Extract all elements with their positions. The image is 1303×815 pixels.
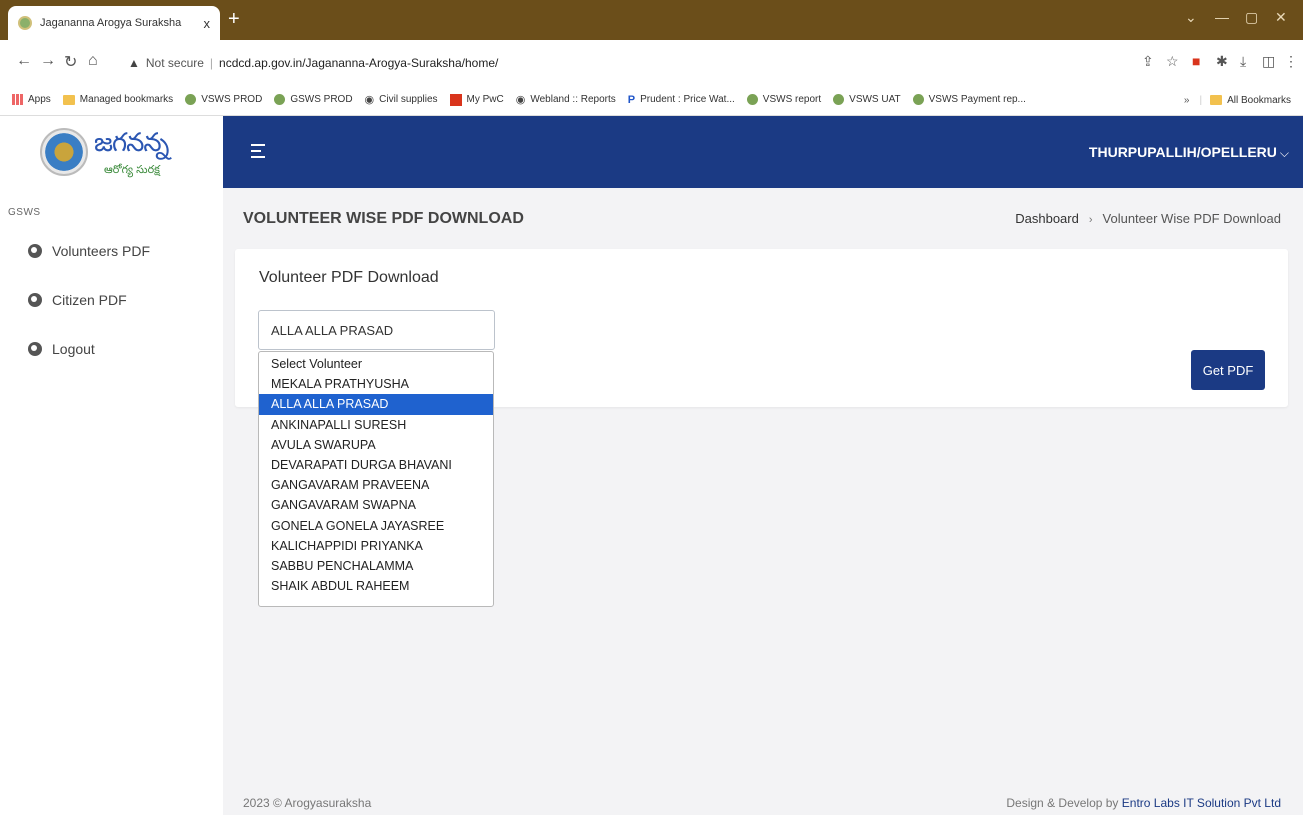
- sidebar-section-label: GSWS: [8, 207, 41, 218]
- state-seal-icon: [40, 128, 88, 176]
- bookmark-gsws-prod[interactable]: GSWS PROD: [274, 94, 353, 105]
- volunteer-dropdown-list: Select Volunteer MEKALA PRATHYUSHA ALLA AL…: [258, 351, 494, 607]
- folder-icon: [62, 94, 75, 105]
- tab-search-icon[interactable]: ⌄: [1185, 9, 1197, 26]
- reload-icon[interactable]: ↻: [64, 52, 77, 72]
- app-header: THURPUPALLIH/OPELLERU ⌵: [223, 116, 1303, 188]
- breadcrumb: Dashboard › Volunteer Wise PDF Download: [1015, 211, 1281, 226]
- bookmark-vsws-uat[interactable]: VSWS UAT: [833, 94, 901, 105]
- footer-copyright: 2023 © Arogyasuraksha: [243, 796, 372, 810]
- forward-icon[interactable]: →: [40, 52, 56, 70]
- bookmark-vsws-prod[interactable]: VSWS PROD: [185, 94, 262, 105]
- get-pdf-button[interactable]: Get PDF: [1191, 350, 1265, 390]
- all-bookmarks[interactable]: All Bookmarks: [1210, 95, 1291, 106]
- site-favicon-icon: [18, 16, 32, 30]
- sidepanel-icon[interactable]: ◫: [1262, 53, 1275, 70]
- user-name: THURPUPALLIH/OPELLERU: [1088, 144, 1277, 160]
- dropdown-option[interactable]: ALLA ALLA PRASAD: [259, 394, 493, 415]
- address-bar[interactable]: ▲ Not secure | ncdcd.ap.gov.in/Jagananna…: [128, 52, 498, 74]
- bookmark-my-pwc[interactable]: My PwC: [449, 93, 504, 106]
- menu-kebab-icon[interactable]: ⋮: [1284, 53, 1298, 70]
- apps-grid-icon: [12, 94, 23, 105]
- sidebar-item-label: Volunteers PDF: [52, 243, 151, 259]
- dropdown-option[interactable]: GANGAVARAM SWAPNA: [259, 495, 493, 515]
- back-icon[interactable]: ←: [16, 52, 32, 70]
- warning-icon: ▲: [128, 56, 140, 70]
- bookmarks-bar: Apps Managed bookmarks VSWS PROD GSWS PR…: [0, 84, 1303, 116]
- bookmark-apps[interactable]: Apps: [12, 94, 51, 105]
- dropdown-option[interactable]: DEVARAPATI DURGA BHAVANI: [259, 455, 493, 475]
- minimize-icon[interactable]: —: [1215, 9, 1229, 25]
- globe-icon: [28, 342, 42, 356]
- sidebar-item-label: Logout: [52, 341, 95, 357]
- more-bookmarks-icon[interactable]: »: [1184, 95, 1190, 106]
- footer-credit: Design & Develop by Entro Labs IT Soluti…: [1006, 796, 1281, 810]
- breadcrumb-current: Volunteer Wise PDF Download: [1102, 211, 1281, 226]
- site-icon: [274, 94, 286, 105]
- dropdown-option[interactable]: AVULA SWARUPA: [259, 435, 493, 455]
- browser-tab-bar: Jagananna Arogya Suraksha x + ⌄ — ▢ ✕: [0, 0, 1303, 40]
- site-icon: [746, 94, 758, 105]
- bookmark-managed[interactable]: Managed bookmarks: [62, 94, 173, 105]
- dropdown-option[interactable]: KALICHAPPIDI PRIYANKA: [259, 536, 493, 556]
- url-text[interactable]: ncdcd.ap.gov.in/Jagananna-Arogya-Suraksh…: [219, 56, 498, 70]
- dropdown-option[interactable]: GONELA GONELA JAYASREE: [259, 516, 493, 536]
- app-logo[interactable]: జగనన్న ఆరోగ్య సురక్ష: [40, 124, 190, 182]
- star-icon[interactable]: ☆: [1166, 53, 1179, 70]
- home-icon[interactable]: ⌂: [88, 52, 98, 70]
- logo-text: జగనన్న: [94, 128, 169, 158]
- site-icon: [833, 94, 845, 105]
- user-menu[interactable]: THURPUPALLIH/OPELLERU ⌵: [1089, 144, 1289, 161]
- restore-icon[interactable]: ▢: [1245, 9, 1258, 26]
- extension-icon[interactable]: ■: [1192, 53, 1200, 69]
- dropdown-option[interactable]: SABBU PENCHALAMMA: [259, 556, 493, 576]
- new-tab-button[interactable]: +: [228, 8, 240, 31]
- sidebar-item-citizen-pdf[interactable]: Citizen PDF: [28, 292, 127, 308]
- site-icon: [912, 94, 924, 105]
- folder-icon: [1210, 95, 1223, 105]
- dropdown-option[interactable]: Select Volunteer: [259, 354, 493, 374]
- browser-tab[interactable]: Jagananna Arogya Suraksha x: [8, 6, 220, 40]
- dropdown-option[interactable]: SHAIK ABDUL RAHEEM: [259, 576, 493, 596]
- download-icon[interactable]: ⤓: [1240, 53, 1246, 70]
- footer-company-link[interactable]: Entro Labs IT Solution Pvt Ltd: [1122, 796, 1281, 810]
- bookmark-vsws-payment[interactable]: VSWS Payment rep...: [912, 94, 1026, 105]
- sidebar: జగనన్న ఆరోగ్య సురక్ష GSWS Volunteers PDF…: [0, 116, 223, 815]
- site-icon: [185, 94, 197, 105]
- bookmark-divider: |: [1199, 94, 1203, 106]
- dropdown-option[interactable]: ANKINAPALLI SURESH: [259, 415, 493, 435]
- logo-subtext: ఆరోగ్య సురక్ష: [104, 164, 160, 176]
- volunteer-select[interactable]: ALLA ALLA PRASAD: [258, 310, 495, 350]
- page-title: VOLUNTEER WISE PDF DOWNLOAD: [243, 210, 524, 227]
- bookmark-civil-supplies[interactable]: ◉ Civil supplies: [365, 93, 438, 106]
- url-separator: |: [209, 56, 214, 70]
- hamburger-menu-icon[interactable]: [251, 144, 265, 162]
- close-window-icon[interactable]: ✕: [1275, 9, 1287, 26]
- share-icon[interactable]: ⇪: [1142, 53, 1154, 70]
- sidebar-item-label: Citizen PDF: [52, 292, 127, 308]
- prudent-icon: P: [627, 93, 636, 106]
- globe-icon: ◉: [364, 94, 375, 106]
- tab-title: Jagananna Arogya Suraksha: [40, 17, 182, 29]
- dropdown-option[interactable]: MEKALA PRATHYUSHA: [259, 374, 493, 394]
- bookmark-vsws-report[interactable]: VSWS report: [746, 94, 821, 105]
- close-tab-icon[interactable]: x: [204, 16, 211, 31]
- not-secure-label: Not secure: [145, 56, 204, 70]
- sidebar-item-logout[interactable]: Logout: [28, 341, 95, 357]
- chevron-down-icon: ⌵: [1279, 146, 1289, 160]
- pwc-icon: [449, 93, 462, 106]
- footer-credit-prefix: Design & Develop by: [1006, 796, 1122, 810]
- breadcrumb-separator: ›: [1088, 214, 1093, 226]
- sidebar-item-volunteers-pdf[interactable]: Volunteers PDF: [28, 243, 150, 259]
- globe-icon: ◉: [515, 94, 526, 106]
- card-title: Volunteer PDF Download: [259, 269, 439, 286]
- globe-icon: [28, 244, 42, 258]
- puzzle-icon[interactable]: ✱: [1216, 53, 1228, 70]
- bookmark-webland[interactable]: ◉ Webland :: Reports: [516, 93, 616, 106]
- dropdown-option[interactable]: GANGAVARAM PRAVEENA: [259, 475, 493, 495]
- breadcrumb-dashboard[interactable]: Dashboard: [1015, 211, 1079, 226]
- globe-icon: [28, 293, 42, 307]
- bookmark-prudent[interactable]: P Prudent : Price Wat...: [628, 94, 735, 106]
